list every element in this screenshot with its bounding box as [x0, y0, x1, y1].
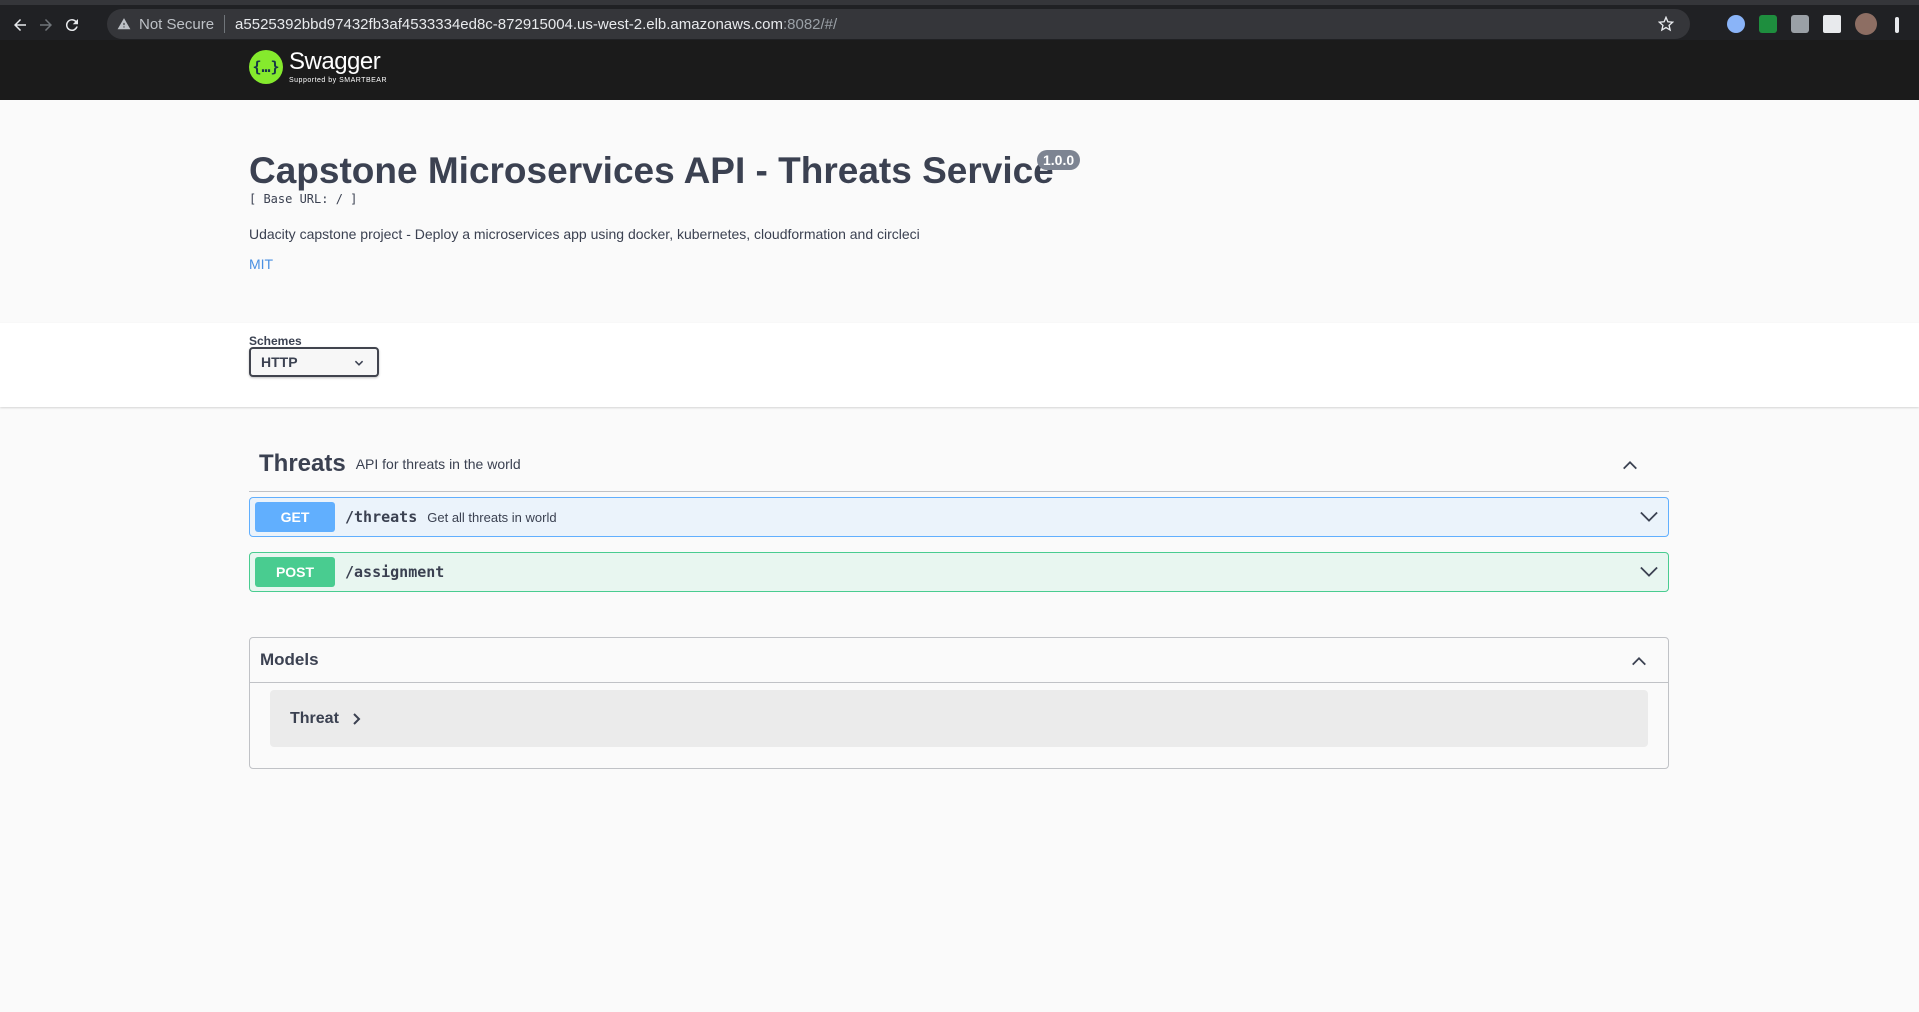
schemes-section: Schemes HTTP: [0, 323, 1919, 407]
swagger-logo-sub: Supported by SMARTBEAR: [289, 77, 388, 84]
models-section: Models Threat: [249, 637, 1669, 769]
method-badge: GET: [255, 502, 335, 532]
address-separator: [224, 15, 226, 33]
operation-get-threats[interactable]: GET /threats Get all threats in world: [249, 497, 1669, 537]
warning-icon: [117, 18, 131, 30]
operation-post-assignment[interactable]: POST /assignment: [249, 552, 1669, 592]
schemes-select[interactable]: HTTP: [249, 347, 379, 377]
security-label: Not Secure: [139, 15, 215, 33]
chevron-down-icon[interactable]: [1640, 510, 1658, 524]
models-title: Models: [260, 650, 319, 669]
forward-button[interactable]: [34, 13, 58, 37]
license-link[interactable]: MIT: [249, 256, 273, 272]
cors-extension-icon[interactable]: [1759, 15, 1777, 33]
page-title: Capstone Microservices API - Threats Ser…: [249, 150, 1054, 191]
bookmark-star-icon[interactable]: [1658, 16, 1674, 32]
model-name: Threat: [290, 709, 339, 727]
operation-path: /assignment: [345, 563, 445, 581]
url-host: a5525392bbd97432fb3af4533334ed8c-8729150…: [235, 15, 783, 33]
extension-icon[interactable]: [1727, 15, 1745, 33]
url-rest: :8082/#/: [782, 15, 838, 33]
base-url: [ Base URL: / ]: [249, 192, 358, 206]
reload-icon: [65, 19, 78, 32]
api-info: Capstone Microservices API - Threats Ser…: [0, 100, 1919, 323]
browser-toolbar: Not Secure a5525392bbd97432fb3af4533334e…: [0, 0, 1919, 40]
model-item-threat[interactable]: Threat: [270, 690, 1648, 747]
avatar[interactable]: [1855, 13, 1877, 35]
chevron-down-icon: [354, 360, 364, 366]
schemes-selected-value: HTTP: [261, 354, 298, 370]
back-button[interactable]: [8, 13, 32, 37]
version-badge: 1.0.0: [1037, 150, 1081, 170]
method-badge: POST: [255, 557, 335, 587]
menu-dots-icon[interactable]: [1895, 17, 1899, 33]
tag-name: Threats: [259, 449, 346, 477]
swagger-logo[interactable]: {…} Swagger Supported by SMARTBEAR: [249, 50, 387, 84]
swagger-topbar: {…} Swagger Supported by SMARTBEAR: [0, 40, 1919, 100]
chevron-up-icon[interactable]: [1621, 456, 1639, 474]
chevron-down-icon[interactable]: [1640, 565, 1658, 579]
arrow-left-icon: [14, 19, 26, 31]
operation-path: /threats: [345, 508, 418, 526]
chevron-right-icon: [353, 712, 361, 725]
tag-header-threats[interactable]: Threats API for threats in the world: [249, 436, 1669, 492]
camera-extension-icon[interactable]: [1791, 15, 1809, 33]
swagger-logo-name: Swagger: [289, 48, 381, 75]
operation-summary: Get all threats in world: [427, 509, 557, 525]
arrow-right-icon: [40, 19, 52, 31]
api-description: Udacity capstone project - Deploy a micr…: [249, 226, 920, 242]
models-header[interactable]: Models: [250, 638, 1668, 683]
tag-description: API for threats in the world: [355, 455, 521, 472]
reload-button[interactable]: [60, 13, 84, 37]
puzzle-icon[interactable]: [1823, 15, 1841, 33]
address-bar[interactable]: Not Secure a5525392bbd97432fb3af4533334e…: [107, 9, 1690, 39]
swagger-logo-icon: {…}: [249, 50, 283, 84]
schemes-label: Schemes: [249, 334, 302, 348]
chevron-up-icon[interactable]: [1630, 652, 1648, 670]
